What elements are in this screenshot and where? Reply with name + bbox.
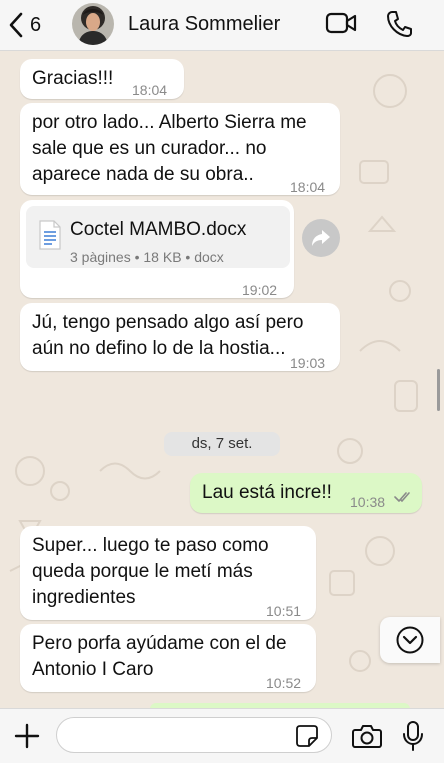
- compose-bar: [0, 708, 444, 763]
- message-input[interactable]: [56, 717, 332, 753]
- message-text-line: Jú, tengo pensado algo así pero: [32, 312, 304, 333]
- back-button[interactable]: 6: [8, 8, 41, 42]
- forward-icon: [312, 230, 330, 246]
- chat-header: 6 Laura Sommelier: [0, 0, 444, 51]
- video-call-button[interactable]: [325, 11, 357, 40]
- message-outgoing[interactable]: Lau está incre!! 10:38: [190, 473, 422, 513]
- document-meta: 3 pàgines • 18 KB • docx: [70, 249, 224, 265]
- microphone-button[interactable]: [402, 721, 424, 756]
- avatar[interactable]: [72, 3, 114, 45]
- message-list[interactable]: Gracias!!! 18:04 por otro lado... Albert…: [0, 51, 444, 708]
- message-incoming[interactable]: por otro lado... Alberto Sierra me sale …: [20, 103, 340, 195]
- message-time: 18:04: [290, 179, 326, 195]
- voice-call-button[interactable]: [386, 10, 412, 43]
- plus-icon: [14, 723, 40, 749]
- message-incoming[interactable]: Pero porfa ayúdame con el de Antonio I C…: [20, 624, 316, 692]
- message-text: Gracias!!!: [32, 68, 114, 89]
- attach-button[interactable]: [14, 723, 40, 754]
- sticker-button[interactable]: [296, 725, 318, 752]
- unread-count: 6: [30, 13, 42, 36]
- message-text: Lau está incre!!: [202, 482, 332, 503]
- message-incoming[interactable]: Jú, tengo pensado algo así pero aún no d…: [20, 303, 340, 371]
- sticker-icon: [296, 725, 318, 747]
- scroll-to-bottom-button[interactable]: [380, 617, 440, 663]
- camera-button[interactable]: [352, 723, 382, 754]
- chevron-down-circle-icon: [396, 626, 424, 654]
- message-time: 10:38: [350, 494, 386, 510]
- message-text-line: queda porque le metí más: [32, 561, 253, 582]
- message-text-line: Super... luego te paso como: [32, 535, 269, 556]
- scrollbar[interactable]: [437, 369, 440, 411]
- camera-icon: [352, 725, 382, 748]
- document-icon: [39, 220, 61, 250]
- forward-button[interactable]: [302, 219, 340, 257]
- message-incoming[interactable]: Super... luego te paso como queda porque…: [20, 526, 316, 620]
- message-text-line: Antonio I Caro: [32, 659, 154, 680]
- message-time: 10:52: [266, 675, 302, 691]
- document-message[interactable]: Coctel MAMBO.docx 3 pàgines • 18 KB • do…: [20, 200, 294, 298]
- message-text-line: por otro lado... Alberto Sierra me: [32, 112, 307, 133]
- message-time: 10:51: [266, 603, 302, 619]
- contact-name[interactable]: Laura Sommelier: [128, 13, 280, 36]
- message-incoming[interactable]: Gracias!!! 18:04: [20, 59, 184, 99]
- video-camera-icon: [325, 12, 357, 34]
- document-card[interactable]: Coctel MAMBO.docx 3 pàgines • 18 KB • do…: [26, 206, 290, 268]
- document-name: Coctel MAMBO.docx: [70, 219, 247, 240]
- date-separator: ds, 7 set.: [164, 432, 280, 456]
- double-check-icon: [394, 492, 410, 502]
- phone-icon: [387, 11, 412, 37]
- message-text-line: aparece nada de su obra..: [32, 164, 254, 185]
- message-time: 18:04: [132, 82, 168, 98]
- message-text-line: ingredientes: [32, 587, 136, 608]
- message-text-line: sale que es un curador... no: [32, 138, 267, 159]
- message-time: 19:02: [242, 282, 278, 298]
- chevron-left-icon: [9, 12, 23, 38]
- message-text-line: Pero porfa ayúdame con el de: [32, 633, 287, 654]
- message-text-line: aún no defino lo de la hostia...: [32, 338, 286, 359]
- message-time: 19:03: [290, 355, 326, 371]
- microphone-icon: [403, 721, 423, 751]
